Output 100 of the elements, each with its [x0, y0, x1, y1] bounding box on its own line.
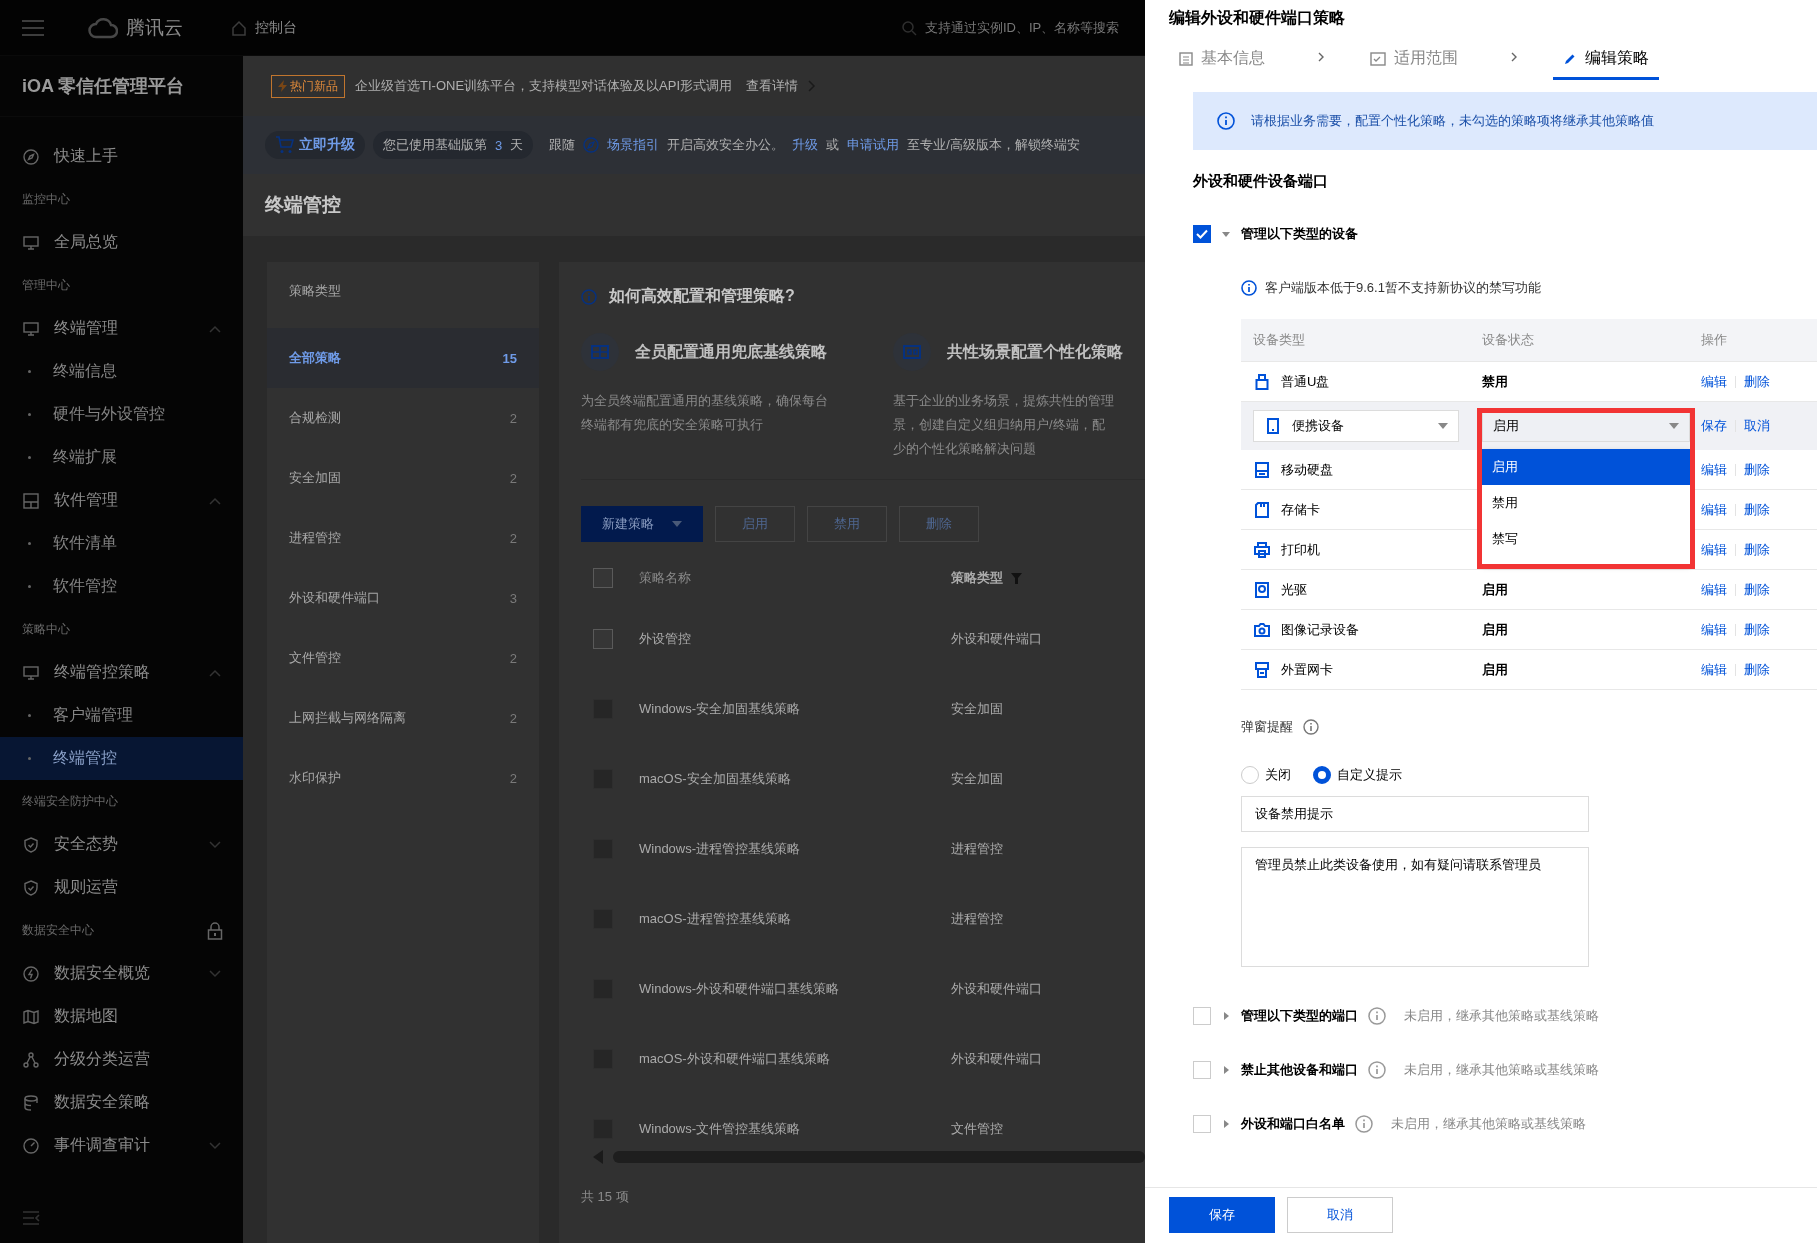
menu-item[interactable]: 数据安全概览: [0, 952, 243, 995]
menu-item[interactable]: 规则运营: [0, 866, 243, 909]
action-link[interactable]: 删除: [1744, 500, 1770, 519]
checkbox[interactable]: [1193, 225, 1211, 243]
radio-option[interactable]: 关闭: [1241, 766, 1291, 784]
step-tab[interactable]: 适用范围: [1360, 40, 1468, 80]
menu-item[interactable]: 终端管理: [0, 307, 243, 350]
guide-link[interactable]: 场景指引: [607, 136, 660, 154]
table-cell-text: macOS-进程管控基线策略: [639, 910, 792, 928]
menu-item[interactable]: 全局总览: [0, 221, 243, 264]
scrollbar-thumb[interactable]: [613, 1151, 1145, 1163]
upgrade-link[interactable]: 申请试用: [847, 136, 900, 154]
action-link[interactable]: 删除: [1744, 660, 1770, 679]
column-header: 策略名称: [639, 569, 692, 587]
drawer-title: 编辑外设和硬件端口策略: [1169, 8, 1346, 28]
row-checkbox[interactable]: [593, 629, 613, 649]
menu-option[interactable]: 禁用: [1482, 485, 1690, 521]
category-item[interactable]: 水印保护 2: [267, 748, 539, 808]
action-link[interactable]: 保存: [1701, 417, 1727, 435]
action-link[interactable]: 编辑: [1701, 660, 1727, 679]
category-item[interactable]: 上网拦截与网络隔离 2: [267, 688, 539, 748]
action-link[interactable]: 编辑: [1701, 500, 1727, 519]
caret-right-icon[interactable]: [1221, 1065, 1231, 1075]
caret-down-icon[interactable]: [1221, 229, 1231, 239]
upgrade-link[interactable]: 升级: [792, 136, 819, 154]
category-item[interactable]: 安全加固 2: [267, 448, 539, 508]
caret-down-icon: [672, 521, 682, 527]
device-name: 普通U盘: [1281, 372, 1330, 391]
menu-item[interactable]: 终端管控策略: [0, 651, 243, 694]
table-cell-text: 外设管控: [639, 630, 692, 648]
device-name: 光驱: [1281, 580, 1307, 599]
category-item[interactable]: 合规检测 2: [267, 388, 539, 448]
category-item[interactable]: 外设和硬件端口 3: [267, 568, 539, 628]
device-status: 禁用: [1482, 373, 1508, 389]
caret-right-icon[interactable]: [1221, 1011, 1231, 1021]
collapse-menu-icon[interactable]: [22, 1211, 40, 1225]
column-header: 设备类型: [1252, 331, 1306, 349]
cancel-button[interactable]: 取消: [1287, 1197, 1393, 1233]
device-status: 启用: [1482, 581, 1508, 597]
action-link[interactable]: 编辑: [1701, 580, 1727, 599]
action-link[interactable]: 编辑: [1701, 620, 1727, 639]
category-item[interactable]: 全部策略 15: [267, 328, 539, 388]
caret-right-icon[interactable]: [1221, 1119, 1231, 1129]
submenu-item[interactable]: 终端信息: [0, 350, 243, 393]
network-card-icon: [1253, 660, 1271, 679]
action-link[interactable]: 删除: [1744, 372, 1770, 391]
info-icon: [581, 288, 597, 305]
submenu-item[interactable]: 终端管控: [0, 737, 243, 780]
details-link[interactable]: 查看详情: [746, 77, 798, 95]
search-field[interactable]: 支持通过实例ID、IP、名称等搜索: [925, 20, 1145, 35]
group-label: 禁止其他设备和端口: [1241, 1061, 1358, 1079]
category-item[interactable]: 文件管控 2: [267, 628, 539, 688]
menu-item[interactable]: 事件调查审计: [0, 1124, 243, 1167]
submenu-item[interactable]: 客户端管理: [0, 694, 243, 737]
action-link[interactable]: 删除: [1744, 460, 1770, 479]
console-link[interactable]: 控制台: [255, 18, 297, 37]
upgrade-text: 开启高效安全办公。: [667, 136, 785, 154]
scope-icon: [1370, 51, 1386, 66]
save-button[interactable]: 保存: [1169, 1197, 1275, 1233]
menu-option[interactable]: 禁写: [1482, 521, 1690, 557]
menu-item[interactable]: 数据安全策略: [0, 1081, 243, 1124]
title-input[interactable]: 设备禁用提示: [1241, 796, 1589, 832]
menu-item[interactable]: 快速上手: [0, 135, 243, 178]
action-link[interactable]: 编辑: [1701, 372, 1727, 391]
scroll-left-icon[interactable]: [593, 1150, 603, 1164]
step-tab[interactable]: 基本信息: [1169, 40, 1275, 80]
info-icon: [1241, 280, 1257, 296]
submenu-item[interactable]: 软件管控: [0, 565, 243, 608]
action-link[interactable]: 删除: [1744, 580, 1770, 599]
step-tab[interactable]: 编辑策略: [1553, 40, 1659, 80]
menu-item[interactable]: 软件管理: [0, 479, 243, 522]
action-link[interactable]: 编辑: [1701, 460, 1727, 479]
message-textarea[interactable]: 管理员禁止此类设备使用，如有疑问请联系管理员: [1241, 847, 1589, 967]
upgrade-button[interactable]: 立即升级: [265, 131, 365, 159]
submenu-item[interactable]: 软件清单: [0, 522, 243, 565]
menu-option[interactable]: 启用: [1482, 449, 1690, 485]
shield-icon: [22, 878, 40, 897]
submenu-item[interactable]: 硬件与外设管控: [0, 393, 243, 436]
new-policy-button[interactable]: 新建策略: [581, 506, 703, 542]
device-type-select[interactable]: 便携设备: [1253, 410, 1459, 442]
action-link[interactable]: 删除: [1744, 620, 1770, 639]
action-link[interactable]: 编辑: [1701, 540, 1727, 559]
menu-item[interactable]: 分级分类运营: [0, 1038, 243, 1081]
menu-group-label: 监控中心: [22, 191, 70, 208]
table-cell-text: Windows-外设和硬件端口基线策略: [639, 980, 841, 998]
category-item[interactable]: 进程管控 2: [267, 508, 539, 568]
info-icon: [1368, 1061, 1386, 1079]
menu-icon[interactable]: [22, 19, 44, 36]
menu-item[interactable]: 安全态势: [0, 823, 243, 866]
radio-option[interactable]: 自定义提示: [1313, 766, 1402, 784]
menu-item[interactable]: 数据地图: [0, 995, 243, 1038]
table-cell: 进程管控: [951, 840, 1003, 858]
filter-icon[interactable]: [1011, 572, 1022, 584]
action-link[interactable]: 取消: [1744, 417, 1770, 435]
card-description: 景，创建自定义组归纳用户/终端，配: [893, 416, 1105, 434]
action-link[interactable]: 删除: [1744, 540, 1770, 559]
select-all-checkbox[interactable]: [593, 568, 613, 588]
version-note: 客户端版本低于9.6.1暂不支持新协议的禁写功能: [1265, 279, 1541, 297]
submenu-item[interactable]: 终端扩展: [0, 436, 243, 479]
table-cell-text: Windows-文件管控基线策略: [639, 1120, 802, 1138]
